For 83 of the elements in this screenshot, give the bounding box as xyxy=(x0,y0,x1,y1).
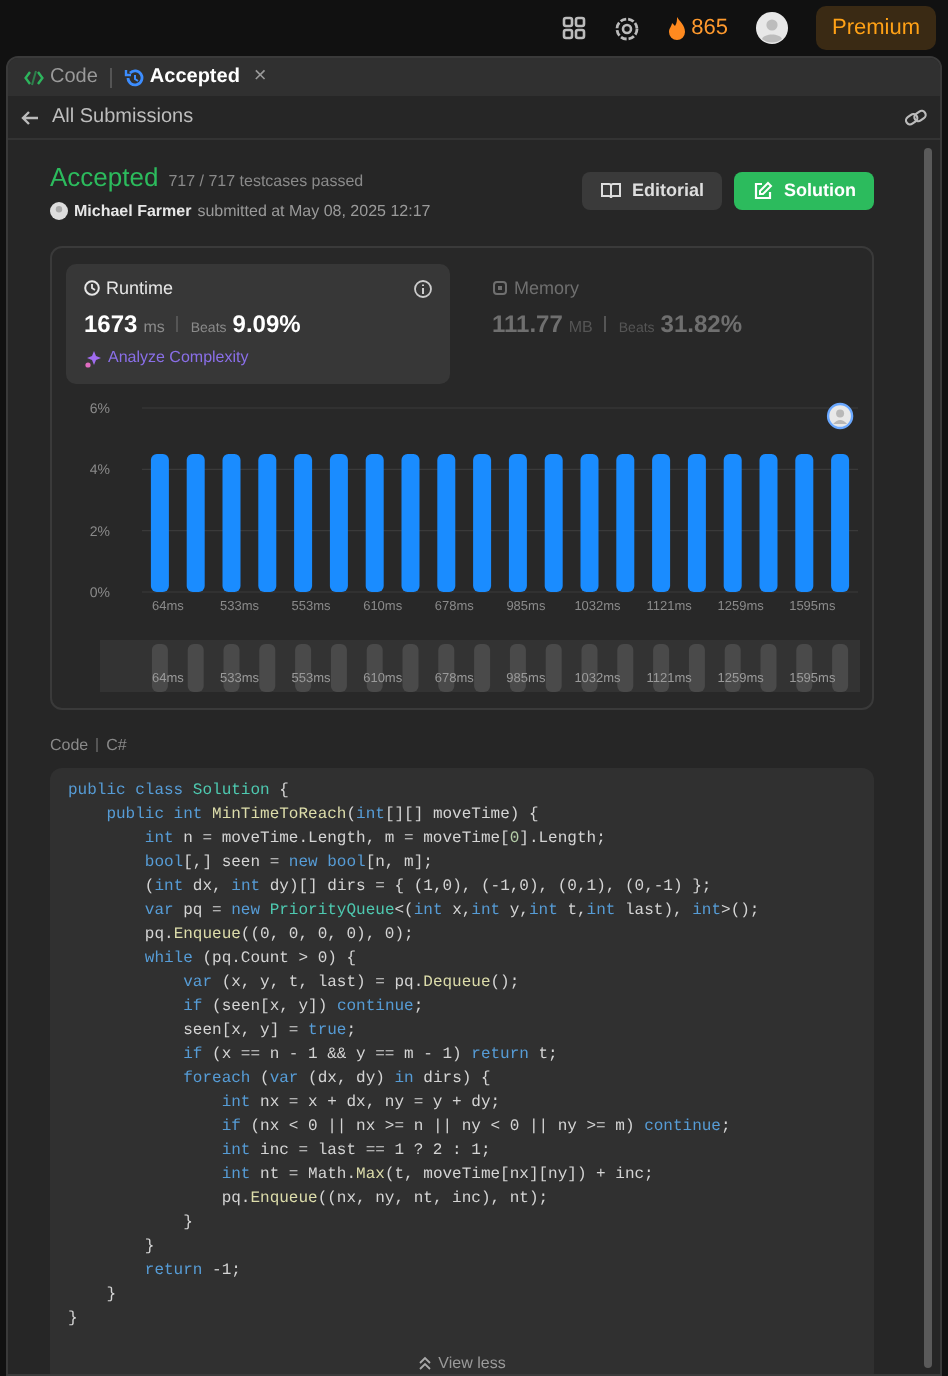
bar[interactable] xyxy=(759,453,778,591)
code-line: (int dx, int dy)[] dirs = { (1,0), (-1,0), (0,1), (0,-1) }; xyxy=(142,875,714,899)
view-less-button[interactable]: View less xyxy=(418,1351,506,1374)
code-line: pq.Enqueue((0, 0, 0, 0), 0); xyxy=(142,923,416,947)
bar[interactable] xyxy=(508,453,527,591)
metric-value: 1673 xyxy=(84,308,138,342)
tab[interactable]: Code xyxy=(20,62,102,92)
bar[interactable] xyxy=(401,453,420,591)
flame-icon xyxy=(667,16,686,40)
range-navigator[interactable] xyxy=(100,639,860,691)
code-line: public class Solution { xyxy=(68,779,291,803)
code-line: foreach (var (dx, dy) in dirs) { xyxy=(181,1067,493,1091)
history-icon xyxy=(123,67,144,87)
bar[interactable] xyxy=(795,453,814,591)
code-line: return -1; xyxy=(142,1259,243,1283)
bar[interactable] xyxy=(294,453,313,591)
bar[interactable] xyxy=(437,453,456,591)
edit-icon xyxy=(752,179,774,202)
metric-unit: ms xyxy=(143,316,165,340)
code-line: } xyxy=(142,1235,157,1259)
settings-icon[interactable] xyxy=(613,15,640,41)
bar[interactable] xyxy=(831,453,850,591)
language-label: C# xyxy=(106,733,127,757)
user-name[interactable]: Michael Farmer xyxy=(74,199,192,223)
user-avatar-icon xyxy=(50,202,68,220)
close-tab-button[interactable]: × xyxy=(251,66,269,88)
code-label: Code xyxy=(50,733,89,757)
metric-value: 111.77 xyxy=(492,308,563,342)
code-line: seen[x, y] = true; xyxy=(181,1019,359,1043)
link-icon[interactable] xyxy=(904,105,928,129)
code-line: pq.Enqueue((nx, ny, nt, inc), nt); xyxy=(219,1187,551,1211)
submitted-time: submitted at May 08, 2025 12:17 xyxy=(197,199,431,223)
book-icon xyxy=(599,179,622,202)
apps-grid-icon[interactable] xyxy=(561,16,586,40)
code-line: bool[,] seen = new bool[n, m]; xyxy=(142,851,435,875)
editorial-button[interactable]: Editorial xyxy=(581,171,722,210)
bar[interactable] xyxy=(365,453,384,591)
code-line: public int MinTimeToReach(int[][] moveTime) { xyxy=(104,803,541,827)
code-line: } xyxy=(104,1283,119,1307)
premium-button[interactable]: Premium xyxy=(815,6,936,50)
beats-value: 9.09% xyxy=(232,308,301,342)
metric-title: Runtime xyxy=(106,275,174,301)
bar[interactable] xyxy=(150,453,169,591)
sparkle-icon xyxy=(84,349,102,367)
bar[interactable] xyxy=(723,453,742,591)
code-line: } xyxy=(181,1211,195,1235)
code-line: var pq = new PriorityQueue<(int x,int y,int t,int last), int>(); xyxy=(142,899,762,923)
back-arrow-icon[interactable] xyxy=(20,107,40,127)
status-text: Accepted xyxy=(50,160,159,196)
code-line: if (nx < 0 || nx >= n || ny < 0 || ny >= m) continue; xyxy=(219,1115,733,1139)
bar[interactable] xyxy=(616,453,635,591)
user-marker-icon xyxy=(826,401,854,429)
bar[interactable] xyxy=(580,453,599,591)
info-icon[interactable] xyxy=(414,279,432,298)
bar[interactable] xyxy=(652,453,671,591)
all-submissions-link[interactable]: All Submissions xyxy=(52,102,194,132)
beats-value: 31.82% xyxy=(660,308,742,342)
bar[interactable] xyxy=(186,453,205,591)
code-line: int inc = last == 1 ? 2 : 1; xyxy=(219,1139,493,1163)
code-line: int nx = x + dx, ny = y + dy; xyxy=(219,1091,503,1115)
testcases-text: 717 / 717 testcases passed xyxy=(168,170,364,194)
code-line: } xyxy=(68,1307,80,1331)
chevron-up-icon xyxy=(418,1356,433,1370)
code-icon xyxy=(24,67,44,87)
code-line: int n = moveTime.Length, m = moveTime[0].Length; xyxy=(142,827,608,851)
avatar-icon[interactable] xyxy=(755,12,788,44)
scrollbar[interactable] xyxy=(924,148,932,1368)
bar[interactable] xyxy=(329,453,348,591)
metric-title: Memory xyxy=(514,275,580,302)
code-line: var (x, y, t, last) = pq.Dequeue(); xyxy=(181,971,522,995)
code-line: if (seen[x, y]) continue; xyxy=(181,995,426,1019)
bar[interactable] xyxy=(258,453,277,591)
code-line: if (x == n - 1 && y == m - 1) return t; xyxy=(181,1043,560,1067)
bar[interactable] xyxy=(222,453,241,591)
bar[interactable] xyxy=(473,453,492,591)
chip-icon xyxy=(492,280,508,297)
bar[interactable] xyxy=(544,453,563,591)
bar[interactable] xyxy=(687,453,706,591)
streak-counter[interactable]: 865 xyxy=(667,11,728,45)
clock-icon xyxy=(84,280,100,297)
code-line: while (pq.Count > 0) { xyxy=(142,947,359,971)
tab[interactable]: Accepted xyxy=(119,62,244,92)
code-line: int nt = Math.Max(t, moveTime[nx][ny]) + inc; xyxy=(219,1163,656,1187)
